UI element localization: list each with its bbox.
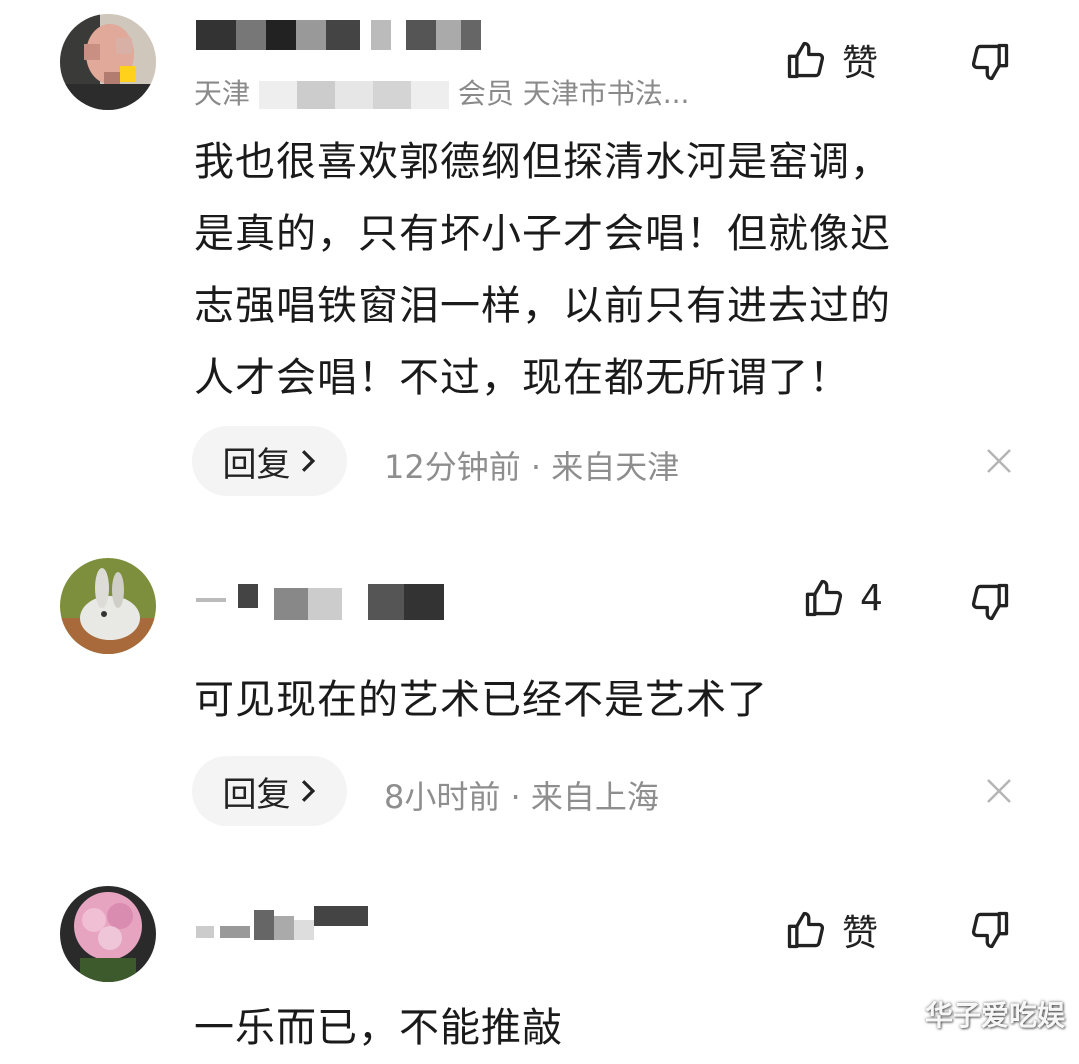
- comment-text: 我也很喜欢郭德纲但探清水河是窑调， 是真的，只有坏小子才会唱！但就像迟 志强唱铁…: [194, 139, 891, 401]
- avatar[interactable]: [60, 558, 156, 654]
- like-button[interactable]: 4: [802, 576, 883, 620]
- thumbs-down-icon[interactable]: [968, 40, 1012, 84]
- avatar[interactable]: [60, 14, 156, 110]
- user-meta: 天津 会员 天津市书法...: [194, 72, 689, 112]
- close-icon[interactable]: [984, 776, 1014, 806]
- username-blurred[interactable]: [196, 904, 376, 940]
- like-button[interactable]: 赞: [784, 904, 878, 956]
- username-blurred[interactable]: [196, 584, 446, 620]
- thumbs-up-icon: [805, 579, 843, 617]
- comment-time: 12分钟前 · 来自天津: [384, 448, 680, 486]
- meta-membership: 会员 天津市书法...: [457, 77, 690, 110]
- thumbs-up-icon: [787, 41, 825, 79]
- like-count: 赞: [842, 913, 879, 954]
- meta-location: 天津: [194, 77, 251, 110]
- chevron-right-icon: [301, 450, 315, 472]
- thumbs-up-icon: [787, 911, 825, 949]
- reply-label: 回复: [222, 444, 291, 485]
- avatar[interactable]: [60, 886, 156, 982]
- watermark: 华子爱吃娱: [924, 999, 1065, 1032]
- meta-blurred: [258, 81, 449, 109]
- comment-text: 可见现在的艺术已经不是艺术了: [194, 677, 768, 723]
- like-button[interactable]: 赞: [784, 34, 878, 86]
- thumbs-down-icon[interactable]: [968, 580, 1012, 624]
- close-icon[interactable]: [984, 446, 1014, 476]
- comment-text: 一乐而已，不能推敲: [194, 1005, 563, 1051]
- username-blurred[interactable]: [196, 16, 486, 52]
- reply-button[interactable]: 回复: [192, 756, 347, 826]
- chevron-right-icon: [301, 780, 315, 802]
- like-count: 4: [860, 577, 883, 619]
- like-count: 赞: [842, 43, 879, 84]
- reply-label: 回复: [222, 774, 291, 815]
- reply-button[interactable]: 回复: [192, 426, 347, 496]
- comment-time: 8小时前 · 来自上海: [384, 778, 659, 816]
- thumbs-down-icon[interactable]: [968, 908, 1012, 952]
